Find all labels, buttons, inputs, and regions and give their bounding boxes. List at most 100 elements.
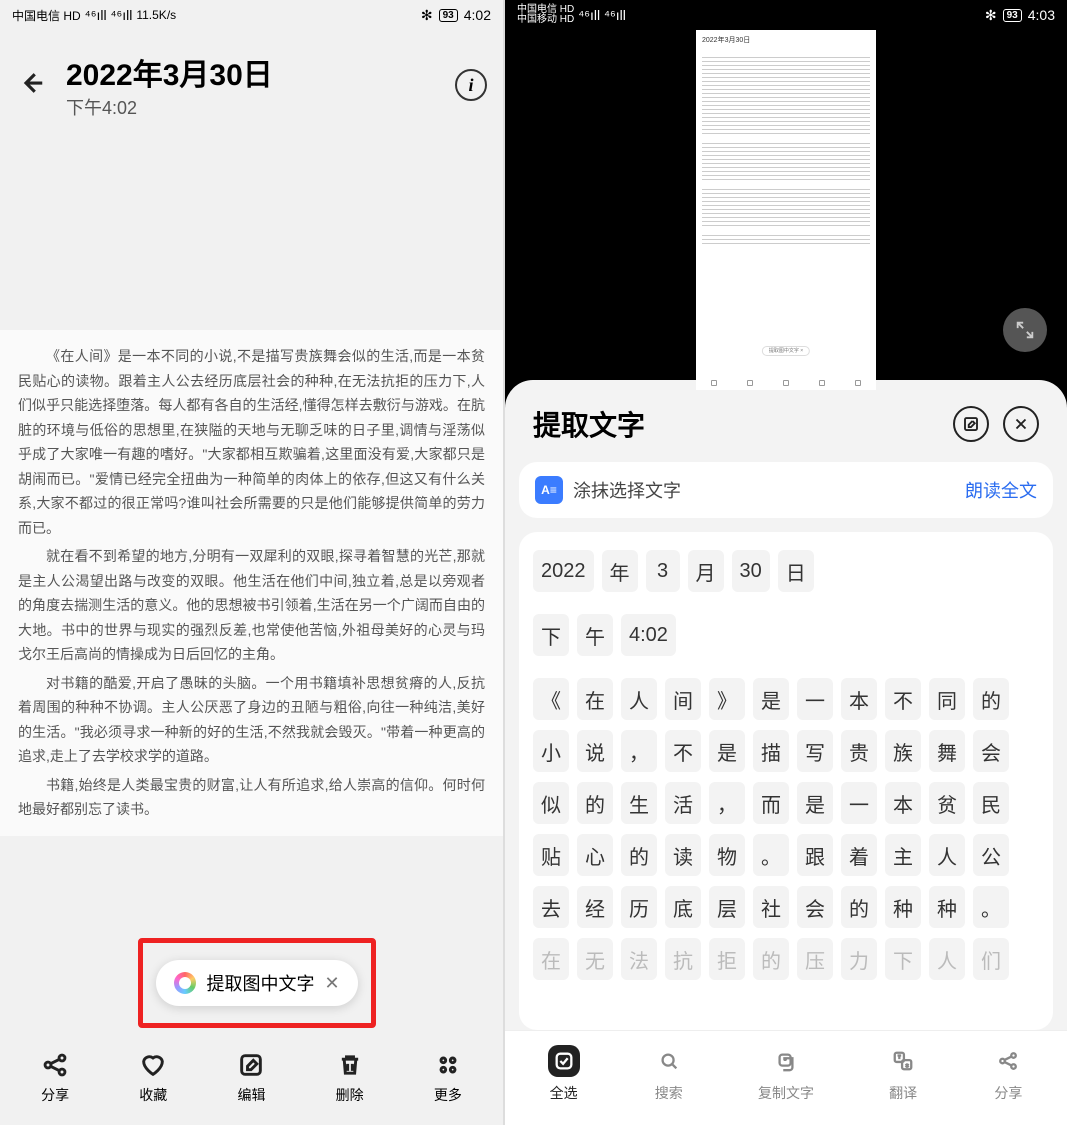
text-token[interactable]: 的 (973, 678, 1009, 720)
text-token[interactable]: 间 (665, 678, 701, 720)
text-token[interactable]: 午 (577, 614, 613, 656)
delete-button[interactable]: 删除 (336, 1051, 364, 1105)
text-token[interactable]: 舞 (929, 730, 965, 772)
text-token[interactable]: 是 (797, 782, 833, 824)
text-token[interactable]: 无 (577, 938, 613, 980)
select-all-button[interactable]: 全选 (548, 1045, 580, 1103)
text-token[interactable]: 写 (797, 730, 833, 772)
text-token[interactable]: 跟 (797, 834, 833, 876)
text-token[interactable]: 的 (841, 886, 877, 928)
text-token[interactable]: 心 (577, 834, 613, 876)
expand-button[interactable] (1003, 308, 1047, 352)
close-sheet-button[interactable] (1003, 406, 1039, 442)
text-token[interactable]: 不 (665, 730, 701, 772)
read-aloud-button[interactable]: 朗读全文 (965, 477, 1037, 503)
more-button[interactable]: 更多 (434, 1051, 462, 1105)
back-button[interactable] (16, 68, 46, 103)
translate-button[interactable]: 翻译 (887, 1045, 919, 1103)
text-token[interactable]: 贫 (929, 782, 965, 824)
text-token[interactable]: 年 (602, 550, 638, 592)
text-token[interactable]: 不 (885, 678, 921, 720)
signal-icon: ⁴⁶ıll ⁴⁶ıll (578, 7, 626, 23)
text-token[interactable]: 下 (533, 614, 569, 656)
text-token[interactable]: 2022 (533, 550, 594, 592)
text-token[interactable]: 似 (533, 782, 569, 824)
edit-button[interactable]: 编辑 (237, 1051, 265, 1105)
text-token[interactable]: 3 (646, 550, 680, 592)
text-token[interactable]: 民 (973, 782, 1009, 824)
text-token[interactable]: 一 (841, 782, 877, 824)
text-token[interactable]: ， (709, 782, 745, 824)
text-token[interactable]: 。 (753, 834, 789, 876)
text-token[interactable]: 是 (753, 678, 789, 720)
text-token[interactable]: 4:02 (621, 614, 676, 656)
text-token[interactable]: 人 (929, 834, 965, 876)
text-token[interactable]: 种 (929, 886, 965, 928)
text-token[interactable]: 描 (753, 730, 789, 772)
text-token[interactable]: 本 (841, 678, 877, 720)
text-token[interactable]: 主 (885, 834, 921, 876)
text-token[interactable]: 30 (732, 550, 770, 592)
text-token[interactable]: 说 (577, 730, 613, 772)
text-token[interactable]: 本 (885, 782, 921, 824)
text-token[interactable]: 》 (709, 678, 745, 720)
text-token[interactable]: 小 (533, 730, 569, 772)
note-title-date: 2022年3月30日 (66, 50, 435, 94)
text-token[interactable]: 层 (709, 886, 745, 928)
carrier-label: 中国电信 HD (12, 7, 81, 24)
text-token[interactable]: ， (621, 730, 657, 772)
share-button[interactable]: 分享 (992, 1045, 1024, 1103)
text-token[interactable]: 《 (533, 678, 569, 720)
text-token[interactable]: 会 (797, 886, 833, 928)
text-token[interactable]: 日 (778, 550, 814, 592)
text-token[interactable]: 会 (973, 730, 1009, 772)
text-token[interactable]: 人 (621, 678, 657, 720)
share-button[interactable]: 分享 (41, 1051, 69, 1105)
text-token[interactable]: 种 (885, 886, 921, 928)
text-token[interactable]: 的 (577, 782, 613, 824)
text-token[interactable]: 抗 (665, 938, 701, 980)
text-token[interactable]: 生 (621, 782, 657, 824)
screenshot-thumbnail[interactable]: 2022年3月30日 提取图中文字 × (696, 30, 876, 390)
favorite-button[interactable]: 收藏 (139, 1051, 167, 1105)
text-token[interactable]: 的 (753, 938, 789, 980)
text-token[interactable]: 下 (885, 938, 921, 980)
text-token[interactable]: 历 (621, 886, 657, 928)
text-token[interactable]: 贵 (841, 730, 877, 772)
text-token[interactable]: 社 (753, 886, 789, 928)
text-token[interactable]: 去 (533, 886, 569, 928)
text-token[interactable]: 贴 (533, 834, 569, 876)
text-token[interactable]: 物 (709, 834, 745, 876)
text-token[interactable]: 力 (841, 938, 877, 980)
text-token[interactable]: 同 (929, 678, 965, 720)
text-token[interactable]: 人 (929, 938, 965, 980)
text-token[interactable]: 法 (621, 938, 657, 980)
text-token[interactable]: 在 (577, 678, 613, 720)
text-token[interactable]: 底 (665, 886, 701, 928)
text-token[interactable]: 是 (709, 730, 745, 772)
text-token[interactable]: 压 (797, 938, 833, 980)
text-token[interactable]: 读 (665, 834, 701, 876)
extract-text-button[interactable]: 提取图中文字 ✕ (156, 960, 357, 1006)
text-token[interactable]: 族 (885, 730, 921, 772)
text-token[interactable]: 而 (753, 782, 789, 824)
text-token[interactable]: 月 (688, 550, 724, 592)
text-token[interactable]: 拒 (709, 938, 745, 980)
text-token[interactable]: 着 (841, 834, 877, 876)
text-token[interactable]: 。 (973, 886, 1009, 928)
edit-note-button[interactable] (953, 406, 989, 442)
text-token[interactable]: 们 (973, 938, 1009, 980)
text-token[interactable]: 在 (533, 938, 569, 980)
copy-text-button[interactable]: 复制文字 (758, 1045, 814, 1103)
smear-select-card[interactable]: A≡ 涂抹选择文字 朗读全文 (519, 462, 1053, 518)
text-token[interactable]: 经 (577, 886, 613, 928)
text-token[interactable]: 公 (973, 834, 1009, 876)
info-button[interactable]: i (455, 69, 487, 101)
text-token[interactable]: 活 (665, 782, 701, 824)
text-token[interactable]: 一 (797, 678, 833, 720)
text-token[interactable]: 的 (621, 834, 657, 876)
close-icon[interactable]: ✕ (324, 973, 339, 994)
note-body[interactable]: 《在人间》是一本不同的小说,不是描写贵族舞会似的生活,而是一本贫民贴心的读物。跟… (0, 330, 503, 836)
left-screenshot: 中国电信 HD ⁴⁶ıll ⁴⁶ıll 11.5K/s ✻ 93 4:02 20… (0, 0, 505, 1125)
search-button[interactable]: 搜索 (653, 1045, 685, 1103)
